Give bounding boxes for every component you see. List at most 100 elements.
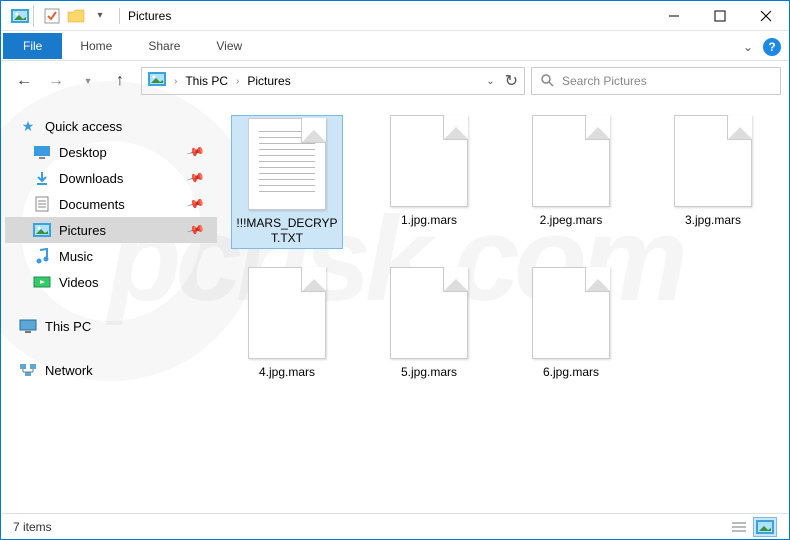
page-fold-icon <box>443 268 467 292</box>
quick-access-toolbar: ▾ <box>1 5 111 27</box>
sidebar-item-pictures[interactable]: Pictures📌 <box>5 217 217 243</box>
sidebar-item-desktop[interactable]: Desktop📌 <box>5 139 217 165</box>
file-label: 3.jpg.mars <box>685 213 741 228</box>
sidebar-quick-access-label: Quick access <box>45 119 122 134</box>
sidebar-item-label: Downloads <box>59 171 123 186</box>
tab-home[interactable]: Home <box>62 33 130 59</box>
desktop-icon <box>33 144 51 160</box>
file-item[interactable]: 4.jpg.mars <box>231 267 343 380</box>
navigation-pane[interactable]: ★ Quick access Desktop📌Downloads📌Documen… <box>1 101 221 513</box>
pin-icon: 📌 <box>186 168 206 188</box>
sidebar-network-label: Network <box>45 363 93 378</box>
details-view-icon[interactable] <box>727 517 751 537</box>
sidebar-item-label: Music <box>59 249 93 264</box>
file-tab[interactable]: File <box>3 33 62 59</box>
new-folder-icon[interactable] <box>65 5 87 27</box>
generic-file-icon <box>532 115 610 207</box>
sidebar-item-label: Videos <box>59 275 99 290</box>
generic-file-icon <box>390 267 468 359</box>
back-button[interactable]: ← <box>9 66 39 96</box>
address-bar[interactable]: › This PC › Pictures ⌄ ↻ <box>141 67 525 95</box>
item-count: 7 items <box>13 520 52 534</box>
search-placeholder: Search Pictures <box>562 74 647 88</box>
search-icon <box>540 73 554 90</box>
chevron-right-icon[interactable]: › <box>174 76 177 87</box>
titlebar: ▾ Pictures <box>1 1 789 31</box>
qat-dropdown-icon[interactable]: ▾ <box>89 5 111 27</box>
crumb-this-pc[interactable]: This PC <box>185 74 228 88</box>
file-label: 4.jpg.mars <box>259 365 315 380</box>
file-item[interactable]: 2.jpeg.mars <box>515 115 627 249</box>
up-button[interactable]: ↑ <box>105 66 135 96</box>
downloads-icon <box>33 170 51 186</box>
history-dropdown-icon[interactable]: ▾ <box>73 66 103 96</box>
file-list[interactable]: !!!MARS_DECRYPT.TXT 1.jpg.mars 2.jpeg.mars… <box>221 101 789 513</box>
search-input[interactable]: Search Pictures <box>531 67 781 95</box>
sidebar-quick-access[interactable]: ★ Quick access <box>5 113 217 139</box>
file-label: 1.jpg.mars <box>401 213 457 228</box>
minimize-button[interactable] <box>651 1 697 31</box>
properties-icon[interactable] <box>41 5 63 27</box>
sidebar-network[interactable]: Network <box>5 357 217 383</box>
sidebar-this-pc-label: This PC <box>45 319 91 334</box>
network-icon <box>19 362 37 378</box>
file-item[interactable]: 3.jpg.mars <box>657 115 769 249</box>
status-bar: 7 items <box>1 513 789 539</box>
close-button[interactable] <box>743 1 789 31</box>
maximize-button[interactable] <box>697 1 743 31</box>
file-label: 5.jpg.mars <box>401 365 457 380</box>
folder-icon[interactable] <box>9 5 31 27</box>
generic-file-icon <box>532 267 610 359</box>
sidebar-item-documents[interactable]: Documents 📌 <box>5 191 217 217</box>
tab-share[interactable]: Share <box>130 33 198 59</box>
star-icon: ★ <box>19 118 37 134</box>
forward-button[interactable]: → <box>41 66 71 96</box>
sidebar-this-pc[interactable]: This PC <box>5 313 217 339</box>
address-folder-icon <box>148 72 166 91</box>
page-fold-icon <box>301 268 325 292</box>
file-item[interactable]: 5.jpg.mars <box>373 267 485 380</box>
pin-icon: 📌 <box>186 142 206 162</box>
videos-icon <box>33 274 51 290</box>
refresh-icon[interactable]: ↻ <box>505 71 518 91</box>
sidebar-item-music[interactable]: Music <box>5 243 217 269</box>
text-file-icon <box>248 118 326 210</box>
sidebar-item-videos[interactable]: Videos <box>5 269 217 295</box>
crumb-current[interactable]: Pictures <box>247 74 290 88</box>
page-fold-icon <box>443 116 467 140</box>
file-label: 2.jpeg.mars <box>540 213 603 228</box>
qat-divider <box>33 5 39 27</box>
ribbon-tabs: File Home Share View ⌄ ? <box>1 31 789 61</box>
generic-file-icon <box>390 115 468 207</box>
navigation-bar: ← → ▾ ↑ › This PC › Pictures ⌄ ↻ Search … <box>1 61 789 101</box>
pin-icon: 📌 <box>186 194 206 214</box>
file-label: 6.jpg.mars <box>543 365 599 380</box>
music-icon <box>33 248 51 264</box>
sidebar-item-label: Documents <box>59 197 125 212</box>
sidebar-item-label: Pictures <box>59 223 106 238</box>
file-item[interactable]: 6.jpg.mars <box>515 267 627 380</box>
thumbnails-view-icon[interactable] <box>753 517 777 537</box>
documents-icon <box>33 196 51 212</box>
file-label: !!!MARS_DECRYPT.TXT <box>234 216 340 246</box>
chevron-right-icon[interactable]: › <box>236 76 239 87</box>
sidebar-item-downloads[interactable]: Downloads 📌 <box>5 165 217 191</box>
file-item[interactable]: 1.jpg.mars <box>373 115 485 249</box>
address-dropdown-icon[interactable]: ⌄ <box>486 76 494 87</box>
generic-file-icon <box>248 267 326 359</box>
window-title: Pictures <box>128 9 171 23</box>
page-fold-icon <box>301 119 325 143</box>
explorer-window: pcrisk.com ▾ Pictures File Home Share <box>0 0 790 540</box>
page-fold-icon <box>727 116 751 140</box>
generic-file-icon <box>674 115 752 207</box>
page-fold-icon <box>585 268 609 292</box>
computer-icon <box>19 318 37 334</box>
expand-ribbon-icon[interactable]: ⌄ <box>743 40 753 54</box>
tab-view[interactable]: View <box>198 33 260 59</box>
help-icon[interactable]: ? <box>763 38 781 56</box>
page-fold-icon <box>585 116 609 140</box>
file-item[interactable]: !!!MARS_DECRYPT.TXT <box>231 115 343 249</box>
window-controls <box>651 1 789 31</box>
view-toggles <box>727 517 777 537</box>
pictures-icon <box>33 222 51 238</box>
